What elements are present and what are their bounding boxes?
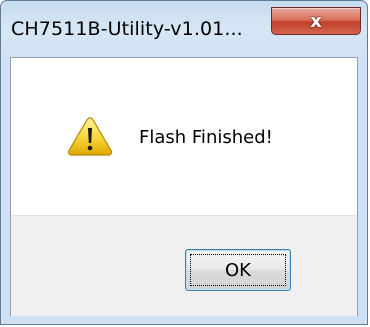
- close-button[interactable]: x: [271, 7, 361, 35]
- dialog-window: CH7511B-Utility-v1.01... x Flash Finishe…: [0, 0, 368, 325]
- title-bar[interactable]: CH7511B-Utility-v1.01... x: [1, 1, 367, 57]
- button-bar: OK: [11, 215, 357, 316]
- close-icon: x: [310, 10, 322, 32]
- message-text: Flash Finished!: [139, 127, 273, 148]
- warning-icon: [67, 117, 113, 156]
- window-title: CH7511B-Utility-v1.01...: [11, 18, 243, 40]
- dialog-client-area: Flash Finished! OK: [10, 57, 358, 316]
- ok-button[interactable]: OK: [185, 249, 291, 291]
- ok-button-label: OK: [225, 259, 251, 281]
- message-area: Flash Finished!: [11, 58, 357, 215]
